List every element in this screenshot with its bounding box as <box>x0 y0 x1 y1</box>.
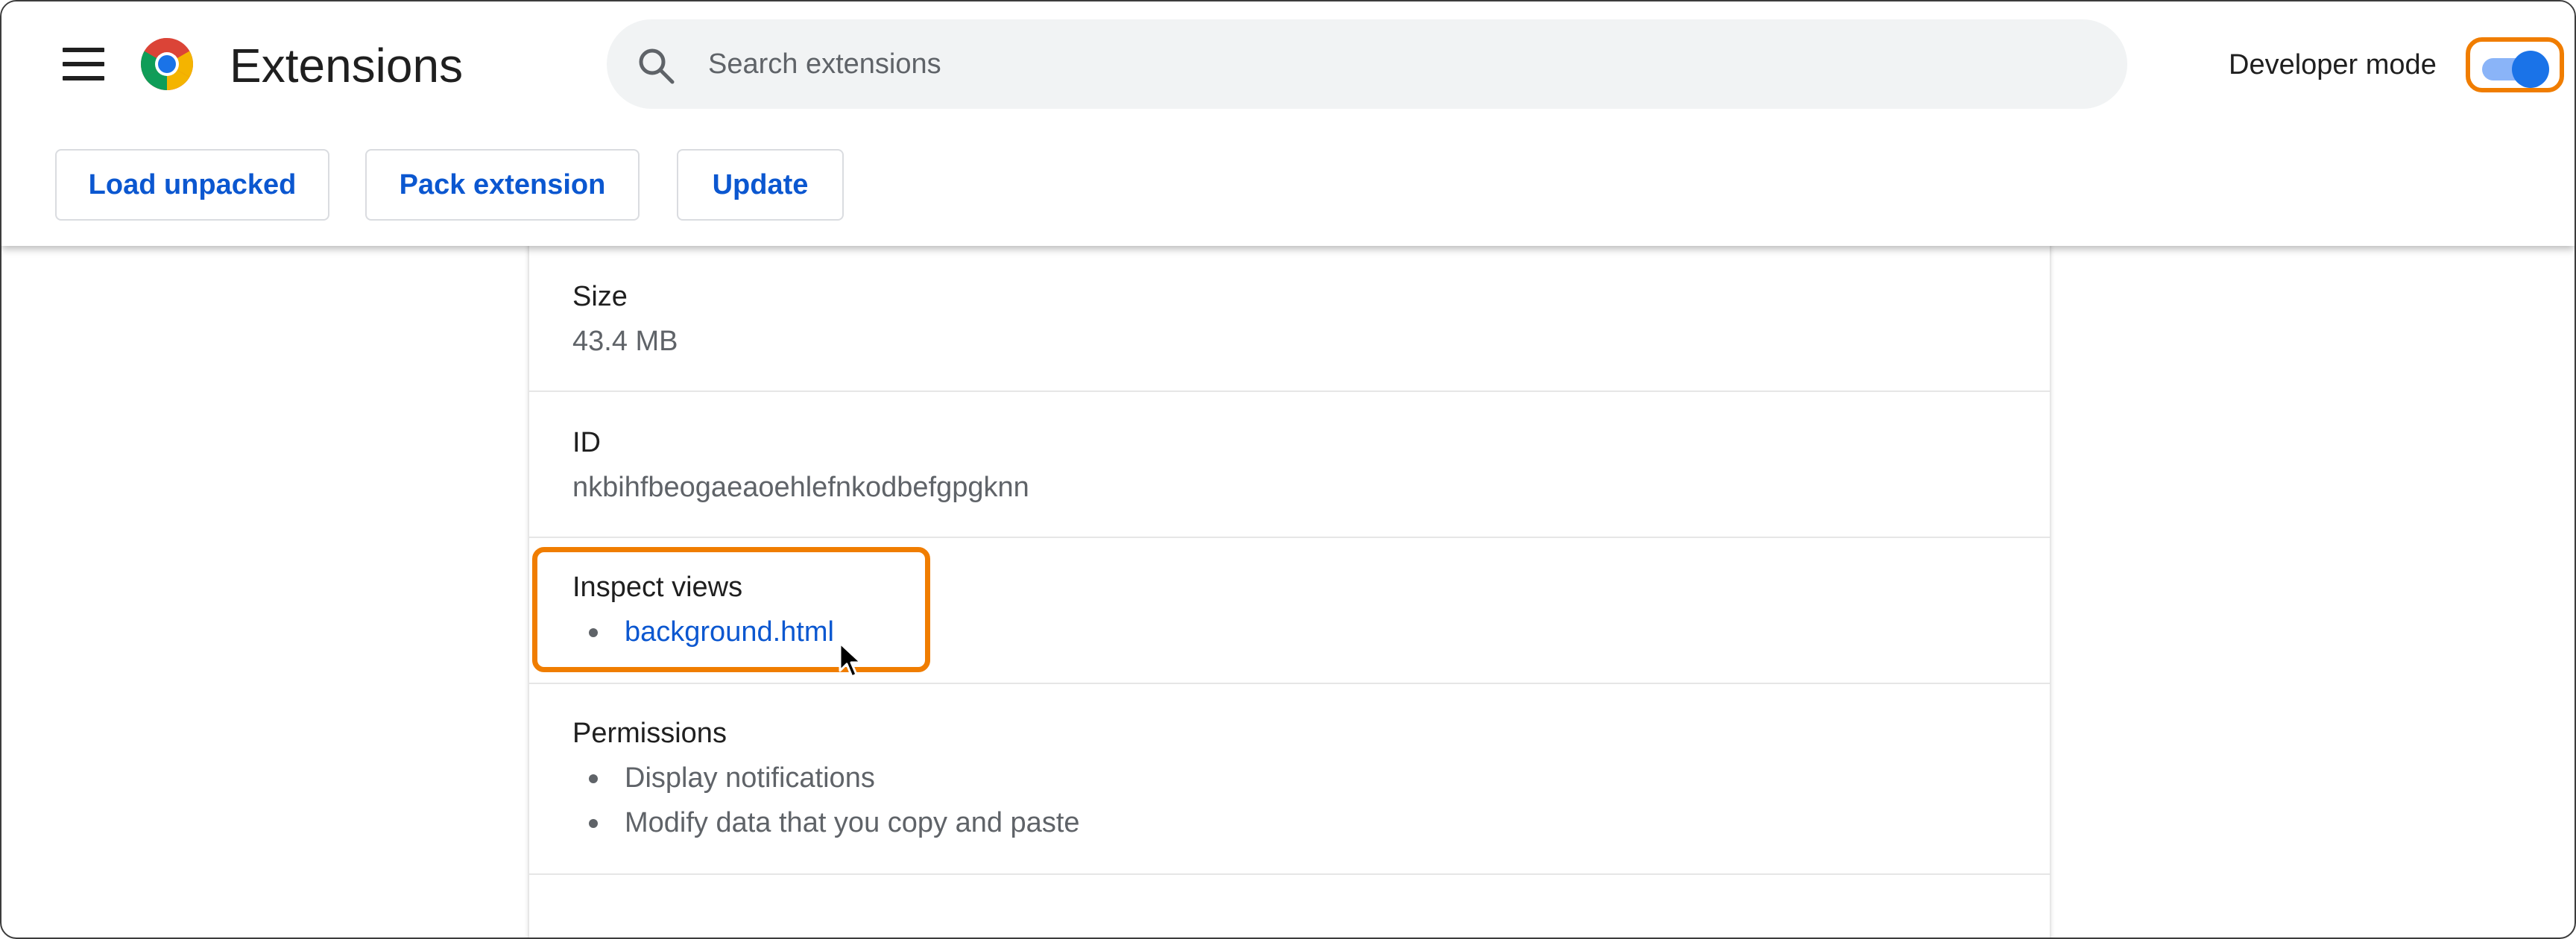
extensions-header: Extensions Developer mode Load unpacked … <box>1 1 2575 246</box>
id-label: ID <box>572 427 601 458</box>
menu-icon[interactable] <box>63 48 104 80</box>
inspect-views-section: Inspect views background.html <box>529 538 2050 684</box>
search-icon <box>639 48 675 84</box>
chrome-logo-icon <box>141 38 193 90</box>
bullet-icon <box>589 774 598 783</box>
update-button[interactable]: Update <box>677 149 844 221</box>
search-bar[interactable] <box>607 19 2127 109</box>
app-window: Extensions Developer mode Load unpacked … <box>0 0 2576 939</box>
mouse-cursor-icon <box>839 642 862 678</box>
toggle-knob <box>2512 51 2549 88</box>
pack-extension-button[interactable]: Pack extension <box>365 149 640 221</box>
extension-details-card: Size 43.4 MB ID nkbihfbeogaeaoehlefnkodb… <box>529 225 2050 938</box>
permissions-section: Permissions Display notifications Modify… <box>529 684 2050 875</box>
page-title: Extensions <box>230 39 464 92</box>
id-section: ID nkbihfbeogaeaoehlefnkodbefgpgknn <box>529 392 2050 538</box>
bullet-icon <box>589 628 598 637</box>
search-input[interactable] <box>708 19 2094 109</box>
permission-text: Modify data that you copy and paste <box>625 807 1080 838</box>
developer-mode-toggle[interactable] <box>2466 37 2564 92</box>
size-label: Size <box>572 281 628 312</box>
inspect-views-label: Inspect views <box>572 572 743 603</box>
load-unpacked-button[interactable]: Load unpacked <box>55 149 329 221</box>
id-value: nkbihfbeogaeaoehlefnkodbefgpgknn <box>572 472 1029 503</box>
size-section: Size 43.4 MB <box>529 225 2050 392</box>
permissions-label: Permissions <box>572 718 727 749</box>
background-html-link[interactable]: background.html <box>625 614 834 650</box>
permission-text: Display notifications <box>625 762 875 794</box>
bullet-icon <box>589 819 598 828</box>
size-value: 43.4 MB <box>572 326 678 357</box>
developer-mode-label: Developer mode <box>2229 49 2437 80</box>
